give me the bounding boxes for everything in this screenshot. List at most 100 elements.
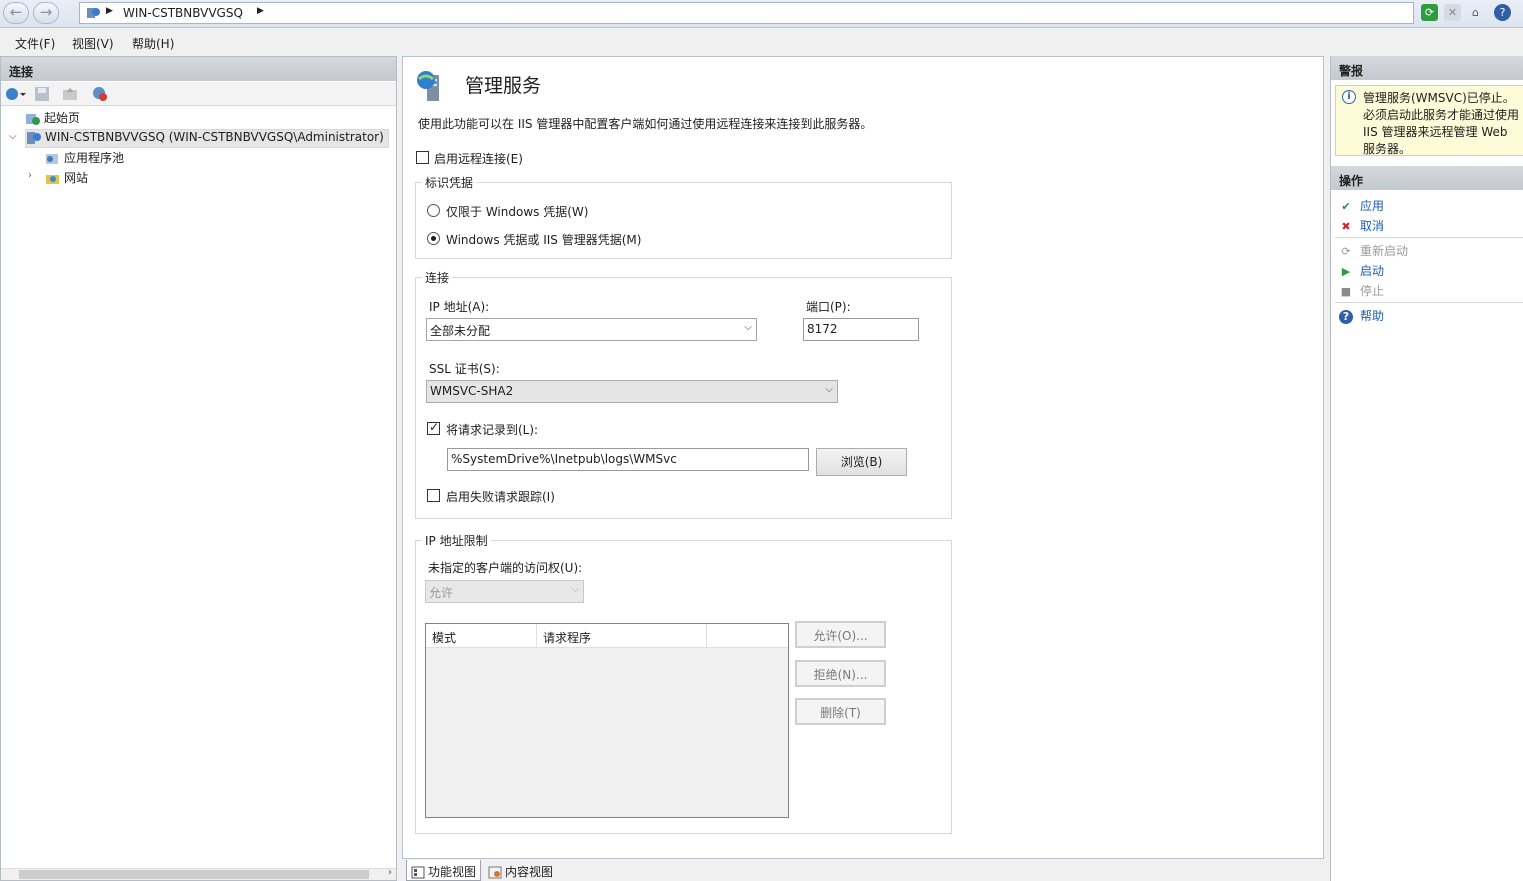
tree-item-start-page[interactable]: 起始页 — [25, 109, 80, 128]
ip-address-select[interactable]: 全部未分配 ⌵ — [426, 318, 757, 341]
scrollbar-thumb[interactable] — [19, 870, 369, 879]
connection-group-title: 连接 — [422, 269, 453, 286]
divider — [1335, 302, 1523, 303]
info-icon: i — [1342, 90, 1356, 104]
ip-restrictions-title: IP 地址限制 — [422, 532, 491, 549]
forward-arrow-icon: → — [39, 3, 53, 21]
start-page-icon — [26, 113, 40, 125]
stop-nav-icon[interactable]: ✕ — [1444, 4, 1461, 21]
action-cancel[interactable]: ✖ 取消 — [1339, 217, 1384, 235]
refresh-icon[interactable]: ⟳ — [1421, 4, 1438, 21]
content-view-icon — [488, 866, 502, 879]
help-icon: ? — [1339, 309, 1353, 324]
action-label: 取消 — [1360, 219, 1385, 233]
log-requests-checkbox[interactable] — [427, 420, 440, 435]
column-header-mode[interactable]: 模式 — [426, 624, 537, 648]
chevron-right-icon: ▶ — [106, 6, 113, 16]
tab-features-view[interactable]: 功能视图 — [406, 860, 482, 881]
page-description: 使用此功能可以在 IIS 管理器中配置客户端如何通过使用远程连接来连接到此服务器… — [418, 117, 873, 131]
tree-item-label: 应用程序池 — [64, 151, 125, 165]
chevron-down-icon: ⌵ — [744, 322, 752, 333]
start-icon: ▶ — [1341, 264, 1351, 278]
enable-remote-label[interactable]: 启用远程连接(E) — [434, 150, 523, 167]
sites-icon — [46, 174, 59, 184]
enable-remote-checkbox[interactable] — [416, 151, 429, 164]
chevron-right-icon[interactable]: › — [28, 170, 32, 181]
apply-icon: ✔ — [1341, 199, 1351, 213]
log-path-value: %SystemDrive%\Inetpub\logs\WMSvc — [451, 452, 677, 466]
remove-button[interactable]: 删除(T) — [795, 698, 886, 725]
restart-icon: ⟳ — [1341, 244, 1351, 258]
action-start[interactable]: ▶ 启动 — [1339, 262, 1384, 280]
tree-item-server[interactable]: WIN-CSTBNBVVGSQ (WIN-CSTBNBVVGSQ\Adminis… — [25, 129, 389, 148]
allow-button[interactable]: 允许(O)... — [795, 621, 886, 648]
chevron-right-icon[interactable]: › — [388, 867, 392, 878]
tree-item-app-pools[interactable]: 应用程序池 — [45, 149, 124, 168]
page-title: 管理服务 — [465, 75, 542, 97]
port-label: 端口(P): — [806, 300, 851, 314]
column-header-requester[interactable]: 请求程序 — [537, 624, 707, 648]
horizontal-scrollbar[interactable]: › — [1, 867, 396, 880]
radio-windows-or-iis-label[interactable]: Windows 凭据或 IIS 管理器凭据(M) — [446, 231, 641, 248]
tree-item-sites[interactable]: 网站 — [45, 169, 88, 188]
action-restart: ⟳ 重新启动 — [1339, 242, 1408, 260]
menu-help[interactable]: 帮助(H) — [132, 35, 174, 52]
back-button[interactable]: ← — [3, 2, 29, 24]
action-help[interactable]: ? 帮助 — [1339, 307, 1384, 325]
divider — [1335, 237, 1523, 238]
chevron-down-icon: ⌵ — [571, 584, 579, 595]
server-icon — [87, 8, 100, 18]
ip-restrictions-list[interactable]: 模式 请求程序 — [425, 623, 789, 818]
tab-content-view[interactable]: 内容视图 — [484, 860, 557, 881]
features-view-icon — [411, 866, 425, 879]
tree-item-label: 网站 — [64, 171, 89, 185]
deny-button[interactable]: 拒绝(N)... — [795, 660, 886, 687]
log-requests-label[interactable]: 将请求记录到(L): — [446, 421, 538, 438]
stop-icon: ■ — [1340, 284, 1352, 298]
alert-text: 管理服务(WMSVC)已停止。必须启动此服务才能通过使用 IIS 管理器来远程管… — [1363, 91, 1520, 156]
cancel-icon: ✖ — [1341, 219, 1351, 233]
home-icon[interactable]: ⌂ — [1467, 4, 1484, 21]
app-pool-icon — [46, 153, 58, 164]
identity-group: 标识凭据 仅限于 Windows 凭据(W) Windows 凭据或 IIS 管… — [415, 174, 952, 259]
view-tabs: 功能视图 内容视图 — [402, 860, 1324, 881]
log-path-input[interactable]: %SystemDrive%\Inetpub\logs\WMSvc — [447, 448, 809, 471]
connections-toolbar — [1, 82, 396, 106]
action-label: 帮助 — [1360, 309, 1385, 323]
failed-trace-checkbox[interactable] — [427, 489, 440, 502]
back-arrow-icon: ← — [9, 3, 23, 21]
breadcrumb-server[interactable]: WIN-CSTBNBVVGSQ — [123, 6, 243, 20]
breadcrumb[interactable]: ▶ WIN-CSTBNBVVGSQ ▶ — [79, 2, 1414, 24]
port-value: 8172 — [807, 322, 838, 336]
radio-windows-only-label[interactable]: 仅限于 Windows 凭据(W) — [446, 203, 588, 220]
alert-message: i 管理服务(WMSVC)已停止。必须启动此服务才能通过使用 IIS 管理器来远… — [1335, 85, 1523, 156]
browse-button[interactable]: 浏览(B) — [816, 448, 907, 476]
up-level-icon[interactable] — [62, 86, 78, 102]
menu-bar: 文件(F) 视图(V) 帮助(H) — [0, 30, 1523, 54]
chevron-right-icon[interactable]: ▶ — [257, 6, 264, 16]
ip-address-label: IP 地址(A): — [429, 300, 490, 314]
save-icon[interactable] — [34, 86, 50, 102]
ssl-cert-select[interactable]: WMSVC-SHA2 ⌵ — [426, 380, 838, 403]
connections-header: 连接 — [1, 57, 396, 81]
menu-view[interactable]: 视图(V) — [72, 35, 114, 52]
connect-globe-icon[interactable] — [5, 86, 27, 102]
server-icon — [27, 131, 41, 144]
client-access-label: 未指定的客户端的访问权(U): — [428, 561, 583, 575]
tree-item-label: WIN-CSTBNBVVGSQ (WIN-CSTBNBVVGSQ\Adminis… — [45, 130, 384, 144]
chevron-down-icon[interactable]: ⌵ — [9, 131, 17, 142]
ip-address-value: 全部未分配 — [430, 324, 491, 338]
column-header-empty[interactable] — [707, 624, 788, 648]
forward-button[interactable]: → — [33, 2, 59, 24]
action-apply[interactable]: ✔ 应用 — [1339, 197, 1384, 215]
client-access-value: 允许 — [429, 586, 454, 600]
disconnect-icon[interactable] — [92, 86, 108, 102]
failed-trace-label[interactable]: 启用失败请求跟踪(I) — [446, 488, 555, 505]
radio-windows-only[interactable] — [427, 204, 440, 217]
menu-file[interactable]: 文件(F) — [15, 35, 55, 52]
connection-group: 连接 IP 地址(A): 全部未分配 ⌵ 端口(P): 8172 SSL 证书(… — [415, 269, 952, 519]
help-icon[interactable]: ? — [1494, 4, 1511, 21]
port-input[interactable]: 8172 — [803, 318, 919, 341]
address-bar: ← → ▶ WIN-CSTBNBVVGSQ ▶ ⟳ ✕ ⌂ ? — [0, 0, 1523, 28]
radio-windows-or-iis[interactable] — [427, 232, 440, 245]
